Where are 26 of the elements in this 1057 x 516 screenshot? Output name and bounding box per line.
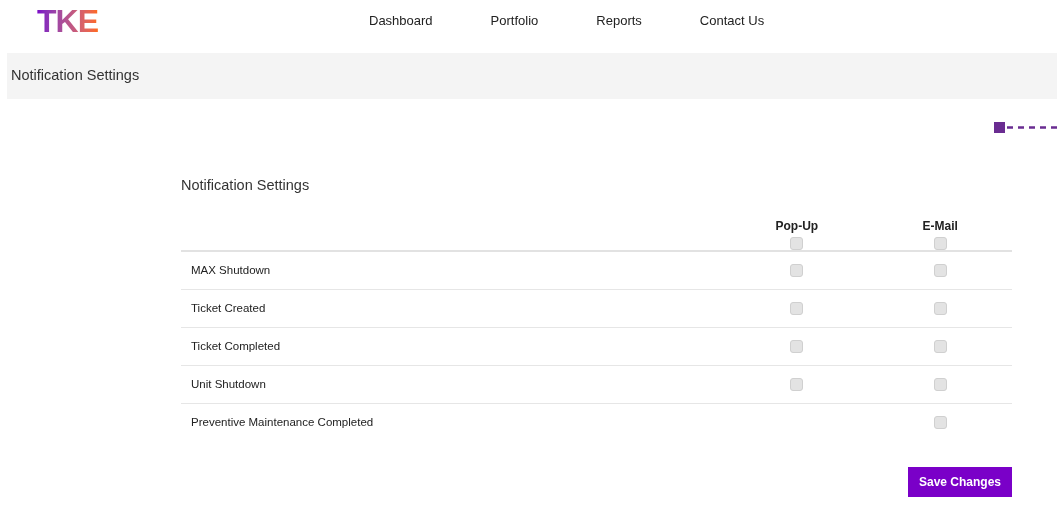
page-title: Notification Settings xyxy=(11,66,140,86)
checkbox[interactable] xyxy=(790,301,804,315)
checkbox[interactable] xyxy=(933,301,947,315)
column-header: Pop-Up xyxy=(775,217,819,235)
row-label: MAX Shutdown xyxy=(190,262,272,278)
checkbox[interactable] xyxy=(790,377,804,391)
nav-link[interactable]: Reports xyxy=(596,10,642,31)
checkbox[interactable] xyxy=(790,339,804,353)
checkbox[interactable] xyxy=(933,339,947,353)
checkbox[interactable] xyxy=(933,416,947,430)
checkbox[interactable] xyxy=(933,377,947,391)
column-header: E-Mail xyxy=(922,217,958,235)
row-label: Unit Shutdown xyxy=(190,376,267,392)
dashed-connector-drawing xyxy=(994,122,1057,133)
row-label: Preventive Maintenance Completed xyxy=(190,415,375,431)
section-title: Notification Settings xyxy=(181,176,311,195)
row-label: Ticket Created xyxy=(190,300,267,316)
checkbox[interactable] xyxy=(933,263,947,277)
checkbox[interactable] xyxy=(933,236,947,250)
checkbox[interactable] xyxy=(790,236,804,250)
nav-link[interactable]: Dashboard xyxy=(369,10,433,31)
save-button[interactable]: Save Changes xyxy=(907,466,1012,497)
checkbox[interactable] xyxy=(790,263,804,277)
nav-link[interactable]: Contact Us xyxy=(699,10,765,31)
row-label: Ticket Completed xyxy=(190,338,282,354)
nav-link[interactable]: Portfolio xyxy=(490,10,539,31)
